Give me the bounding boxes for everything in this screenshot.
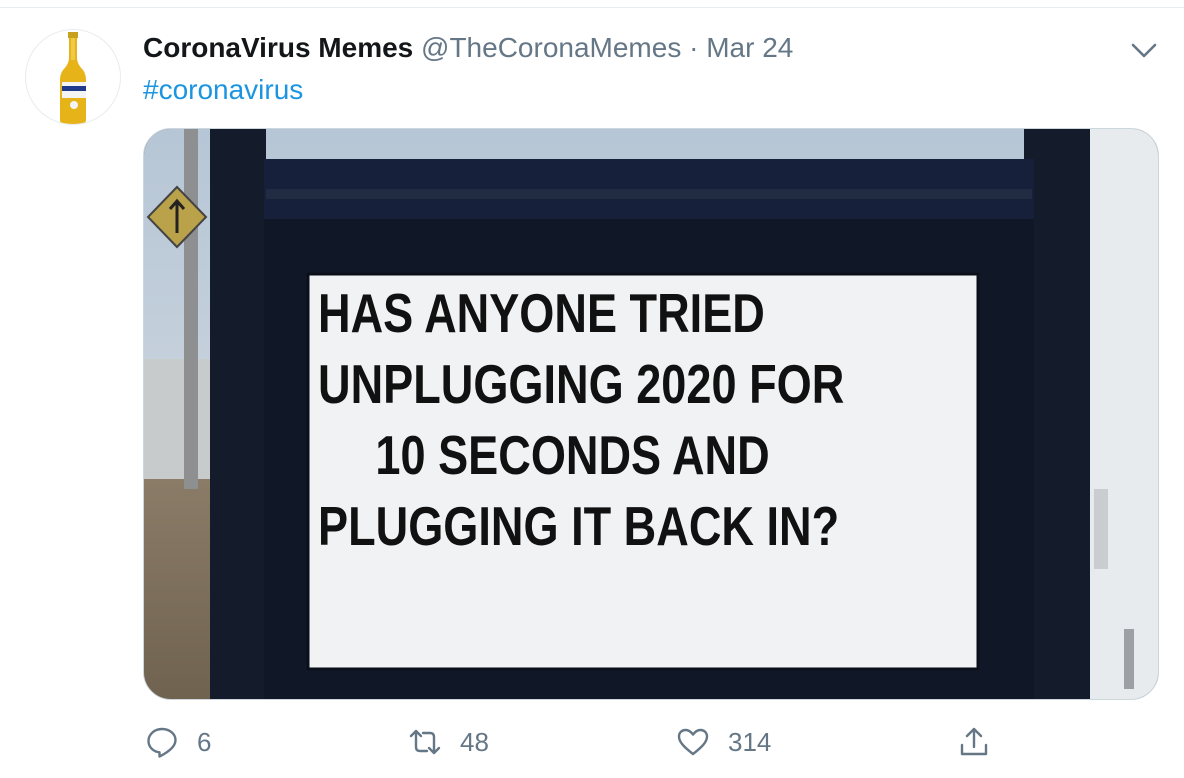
top-divider bbox=[0, 7, 1184, 8]
retweet-button[interactable]: 48 bbox=[408, 718, 489, 766]
reply-icon bbox=[147, 727, 177, 758]
retweet-icon bbox=[409, 729, 441, 755]
tweet-date[interactable]: Mar 24 bbox=[706, 32, 793, 63]
share-icon bbox=[960, 727, 988, 756]
separator-dot: · bbox=[689, 32, 699, 63]
retweet-count: 48 bbox=[460, 726, 489, 757]
sign-line: 10 SECONDS AND bbox=[375, 424, 770, 486]
heart-icon bbox=[677, 728, 709, 756]
chevron-down-icon[interactable] bbox=[1128, 36, 1160, 64]
beer-bottle-icon bbox=[60, 32, 86, 124]
sign-text: HAS ANYONE TRIED UNPLUGGING 2020 FOR 10 … bbox=[318, 278, 859, 562]
tweet-header: CoronaVirus Memes @TheCoronaMemes · Mar … bbox=[143, 30, 793, 66]
tweet-actions: 6 48 314 bbox=[0, 718, 1184, 766]
user-handle[interactable]: @TheCoronaMemes bbox=[421, 32, 681, 63]
avatar[interactable] bbox=[25, 29, 121, 125]
like-count: 314 bbox=[728, 726, 772, 757]
reply-count: 6 bbox=[197, 726, 212, 757]
hashtag-link[interactable]: #coronavirus bbox=[143, 72, 303, 108]
share-button[interactable] bbox=[957, 718, 991, 766]
sign-line: UNPLUGGING 2020 FOR bbox=[318, 353, 845, 415]
display-name[interactable]: CoronaVirus Memes bbox=[143, 32, 413, 63]
reply-button[interactable]: 6 bbox=[145, 718, 211, 766]
like-button[interactable]: 314 bbox=[676, 718, 771, 766]
sign-line: PLUGGING IT BACK IN? bbox=[318, 495, 840, 557]
sign-line: HAS ANYONE TRIED bbox=[318, 282, 765, 344]
